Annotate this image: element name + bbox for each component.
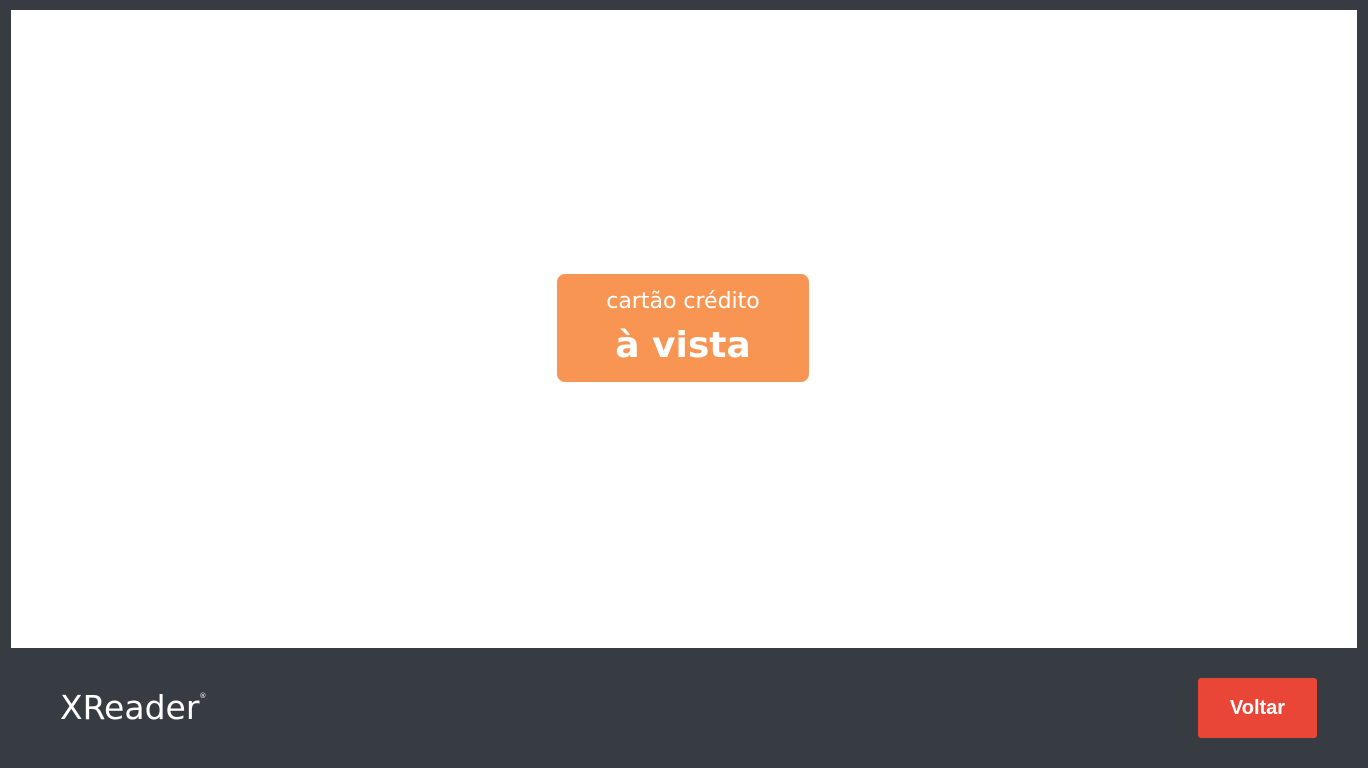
app-window: cartão crédito à vista XReader ® Voltar xyxy=(0,0,1368,768)
option-label-type: cartão crédito xyxy=(606,289,760,314)
option-label-mode: à vista xyxy=(615,325,751,366)
logo-text: XReader xyxy=(60,688,200,727)
xreader-logo: XReader ® xyxy=(60,688,206,728)
footer-bar: XReader ® Voltar xyxy=(0,648,1368,768)
credit-card-cash-option-button[interactable]: cartão crédito à vista xyxy=(557,274,809,382)
content-panel: cartão crédito à vista xyxy=(11,10,1357,648)
back-button[interactable]: Voltar xyxy=(1198,678,1317,738)
registered-mark: ® xyxy=(199,692,207,700)
